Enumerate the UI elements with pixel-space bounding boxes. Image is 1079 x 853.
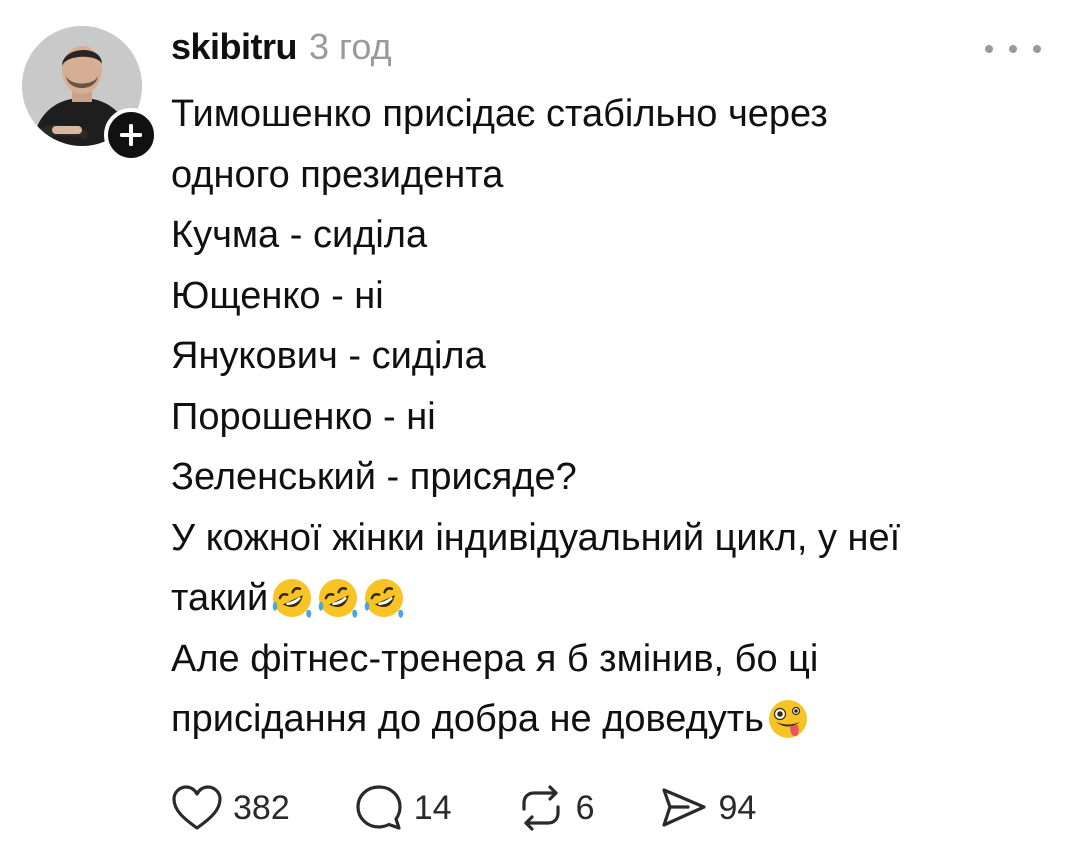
share-count: 94 [718,788,757,827]
plus-icon [120,124,142,146]
like-button[interactable]: 382 [171,784,290,832]
avatar-container[interactable] [22,26,158,162]
more-options-button[interactable] [985,34,1041,64]
post-text-line: Але фітнес-тренера я б змінив, бо ці [171,637,819,680]
zany-face-emoji [768,700,807,739]
username-link[interactable]: skibitru [171,26,298,68]
repost-icon [521,785,560,831]
post-text-line: Янукович - сиділа [171,335,486,377]
post-card: skibitru 3 год Тимошенко присідає стабіл… [0,0,1079,853]
post-text-line: Зеленський - присяде? [171,456,577,498]
ellipsis-icon [985,45,993,53]
post-text-fragment: такий [171,577,269,619]
post-text-fragment: присідання до добра не доведуть [171,698,764,740]
comment-icon [356,785,402,830]
like-count: 382 [233,788,290,827]
post-text-line: У кожної жінки індивідуальний цикл, у не… [171,516,901,559]
post-text-line: Тимошенко присідає стабільно через [171,93,828,135]
post-text-line-with-emoji: присідання до добра не доведуть [171,689,1051,750]
heart-icon [172,785,222,830]
post-text-line: одного президента [171,153,504,196]
share-button[interactable]: 94 [658,783,756,833]
post-text-line: Ющенко - ні [171,274,384,317]
comment-button[interactable]: 14 [354,783,452,833]
action-bar: 382 14 6 94 [171,780,820,836]
post-text-line: Кучма - сиділа [171,214,428,256]
post-text-line-with-emoji: такий [171,568,1051,629]
comment-count: 14 [413,788,452,827]
rolling-on-floor-laughing-emoji [318,579,358,619]
follow-button[interactable] [104,108,158,162]
rolling-on-floor-laughing-emoji [364,579,404,619]
post-header: skibitru 3 год [171,26,392,70]
ellipsis-icon [1033,45,1041,53]
send-icon [662,788,707,827]
post-text-line: Порошенко - ні [171,395,436,438]
post-timestamp: 3 год [309,26,392,67]
ellipsis-icon [1009,45,1017,53]
repost-button[interactable]: 6 [516,783,595,833]
rolling-on-floor-laughing-emoji [272,579,312,619]
repost-count: 6 [575,788,595,827]
post-body: Тимошенко присідає стабільно через одног… [171,84,1051,750]
